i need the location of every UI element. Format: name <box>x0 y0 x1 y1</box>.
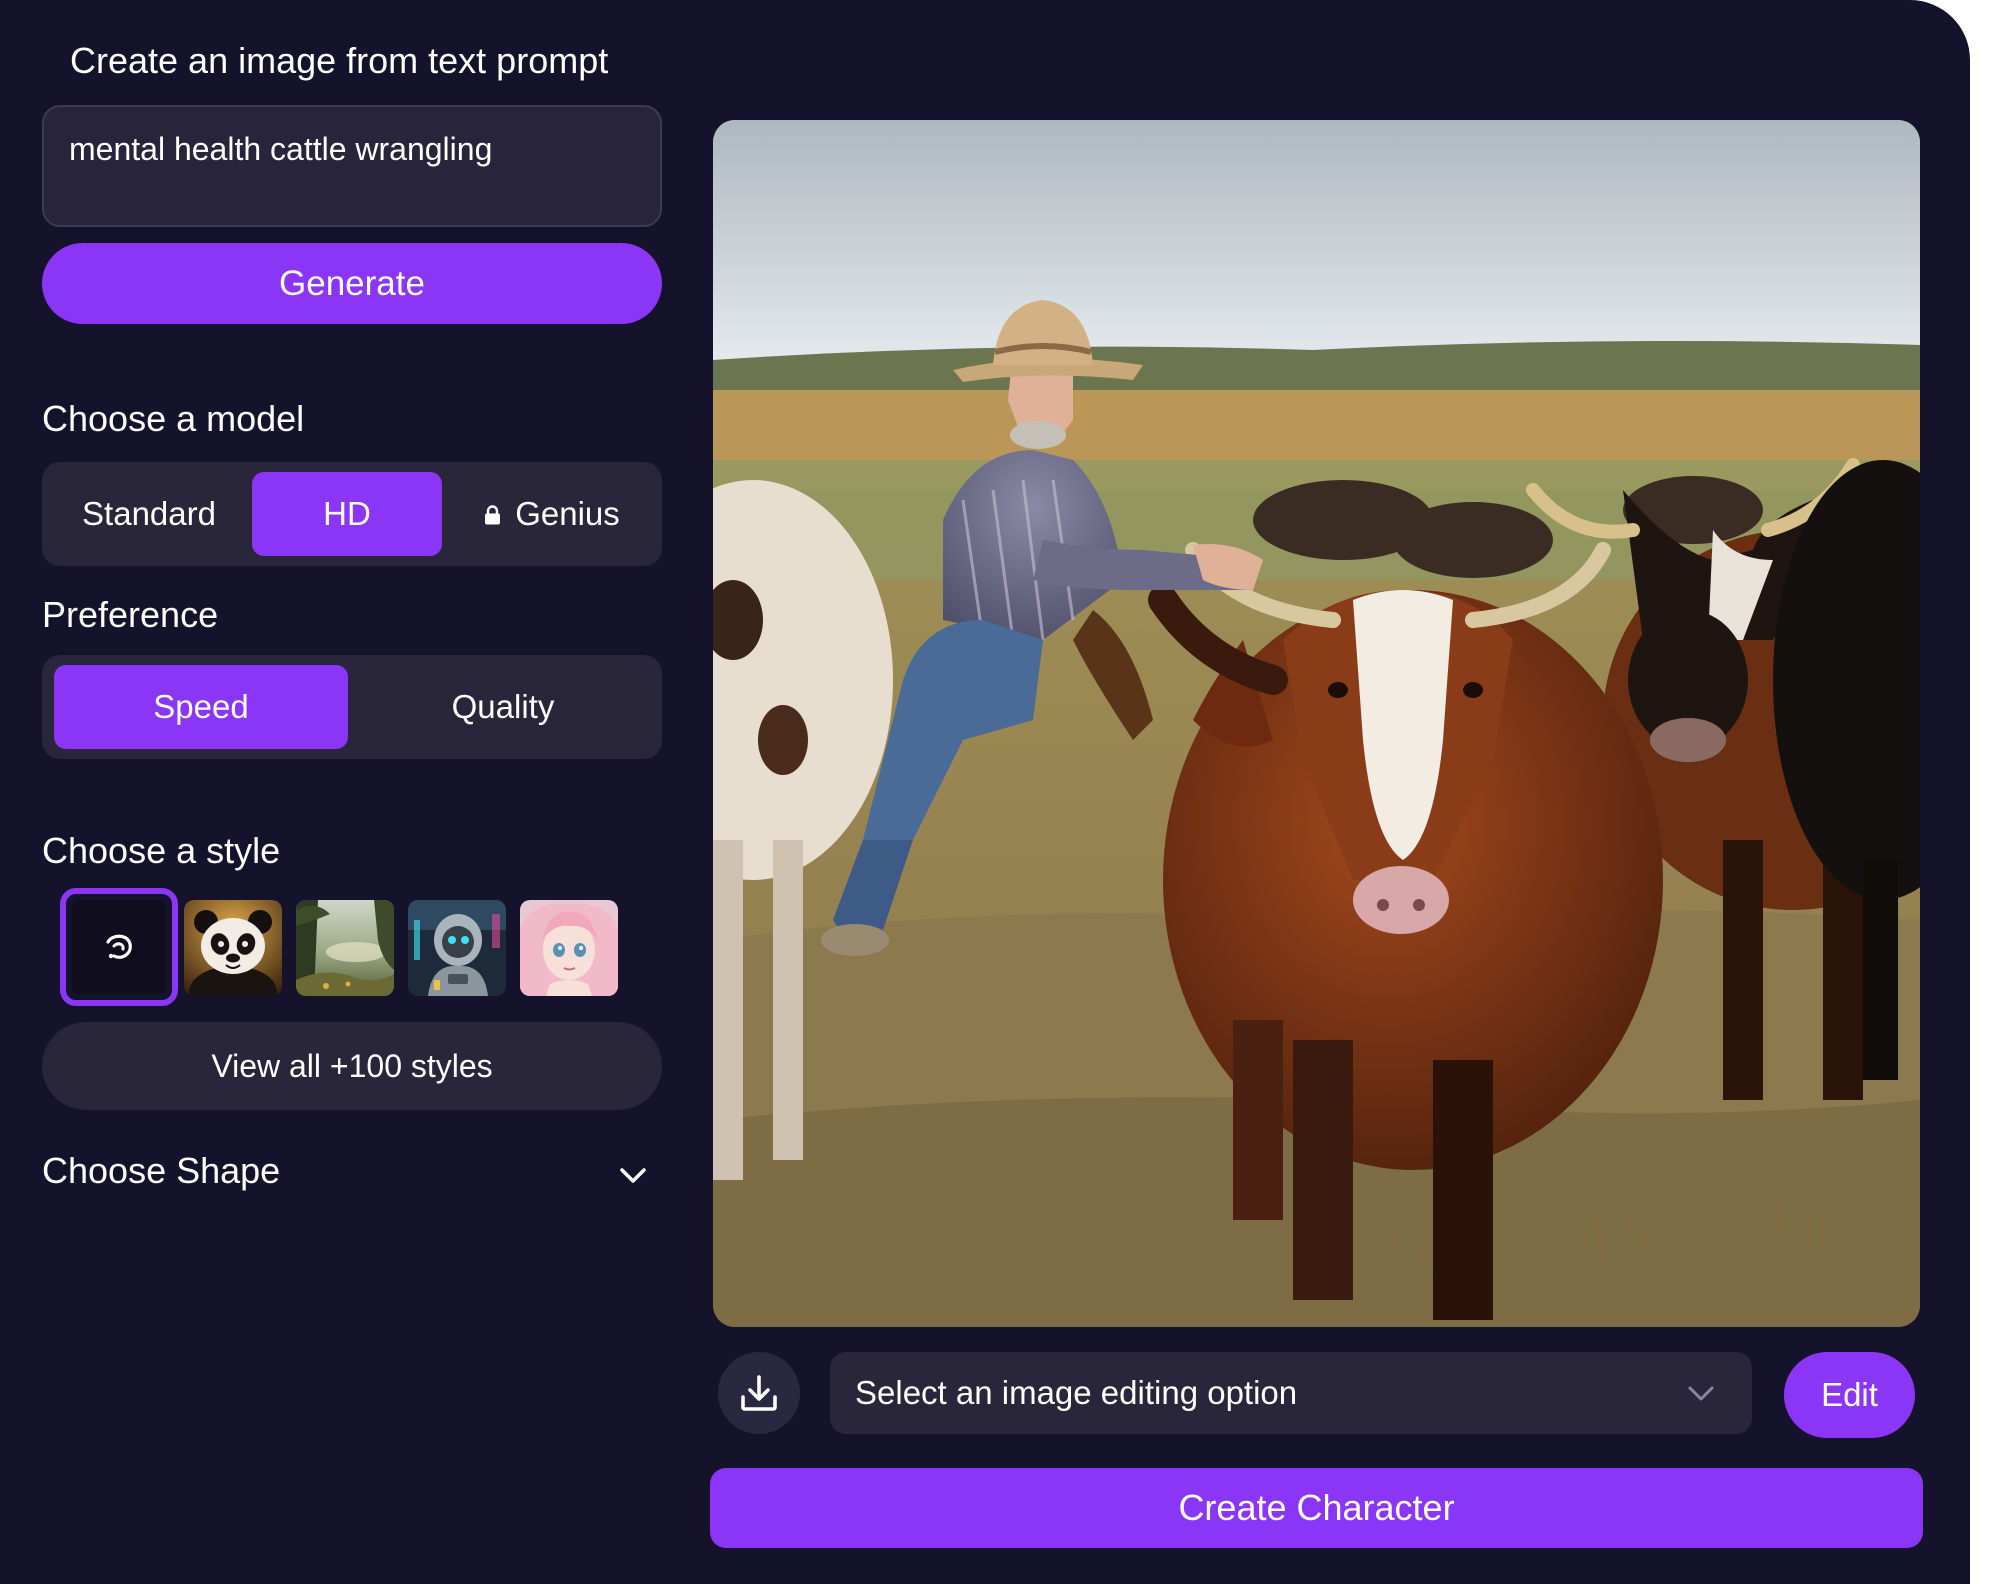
cowboy-cattle-image <box>713 120 1920 1327</box>
chevron-down-icon <box>620 1168 646 1183</box>
model-option-standard[interactable]: Standard <box>54 472 244 556</box>
style-thumb-panda[interactable] <box>184 900 282 996</box>
model-option-hd[interactable]: HD <box>252 472 442 556</box>
panda-style-image <box>184 900 282 996</box>
prompt-input[interactable]: mental health cattle wrangling <box>42 105 662 227</box>
download-button[interactable] <box>718 1352 800 1434</box>
robot-style-image <box>408 900 506 996</box>
style-thumb-anime[interactable] <box>520 900 618 996</box>
preference-option-speed[interactable]: Speed <box>54 665 348 749</box>
generated-image <box>713 120 1920 1327</box>
image-editing-select-value: Select an image editing option <box>855 1374 1298 1411</box>
generate-button[interactable]: Generate <box>42 243 662 324</box>
style-thumbnails <box>60 888 620 1008</box>
edit-button[interactable]: Edit <box>1784 1352 1915 1438</box>
prompt-title: Create an image from text prompt <box>70 40 609 81</box>
style-section-title: Choose a style <box>42 830 281 871</box>
swirl-icon <box>106 934 132 959</box>
preference-section-title: Preference <box>42 594 219 635</box>
model-option-genius[interactable]: Genius <box>452 472 652 556</box>
prompt-input-value: mental health cattle wrangling <box>69 131 493 167</box>
lock-icon <box>485 505 501 525</box>
preference-option-quality[interactable]: Quality <box>352 665 654 749</box>
model-option-genius-label: Genius <box>515 495 620 532</box>
choose-shape-toggle[interactable]: Choose Shape <box>42 1150 662 1200</box>
forest-style-image <box>296 900 394 996</box>
model-section-title: Choose a model <box>42 398 305 439</box>
shape-section-title: Choose Shape <box>42 1150 281 1191</box>
style-thumb-forest[interactable] <box>296 900 394 996</box>
anime-style-image <box>520 900 618 996</box>
style-thumb-robot[interactable] <box>408 900 506 996</box>
generator-panel: Create an image from text prompt mental … <box>0 0 1970 1584</box>
view-all-styles-button[interactable]: View all +100 styles <box>42 1022 662 1110</box>
style-thumb-default[interactable] <box>60 888 178 1006</box>
style-thumb-default-inner <box>72 900 166 994</box>
create-character-button[interactable]: Create Character <box>710 1468 1923 1548</box>
download-icon <box>741 1375 777 1411</box>
preference-selector: Speed Quality <box>42 655 662 759</box>
chevron-down-icon <box>1688 1386 1714 1401</box>
image-editing-select[interactable]: Select an image editing option <box>830 1352 1752 1434</box>
model-selector: Standard HD Genius <box>42 462 662 566</box>
